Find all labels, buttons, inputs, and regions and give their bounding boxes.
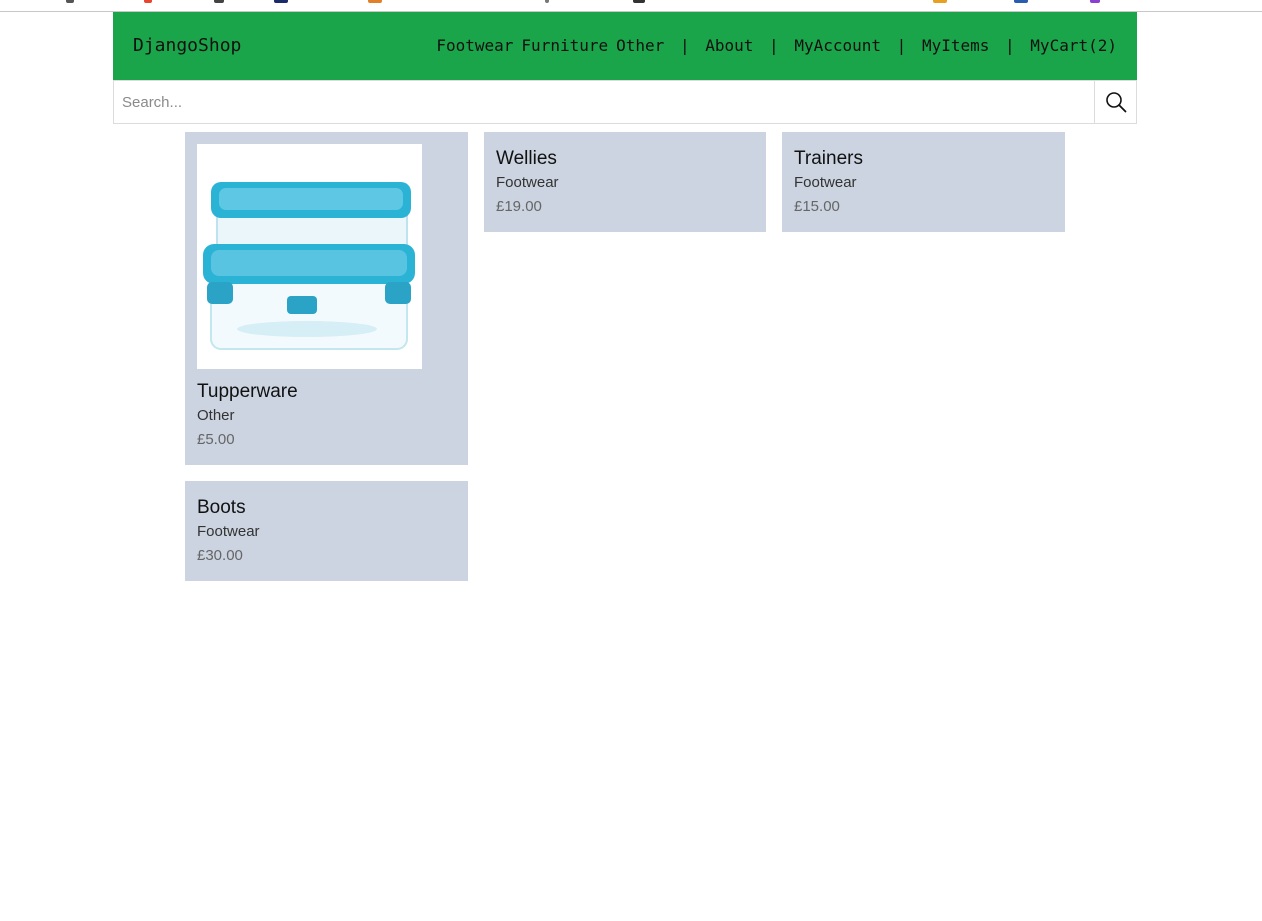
nav-link-mycart[interactable]: MyCart(2) (1030, 12, 1117, 80)
product-title: Wellies (496, 148, 557, 169)
product-category: Footwear (794, 174, 857, 191)
product-card-trainers[interactable]: Trainers Footwear £15.00 (782, 132, 1065, 232)
bookmark-icon[interactable] (1090, 0, 1100, 3)
product-price: £30.00 (197, 547, 243, 564)
nav-separator: | (679, 36, 690, 55)
product-category: Other (197, 407, 235, 424)
nav-links: Footwear Furniture Other | About | MyAccou… (436, 12, 1117, 80)
nav-category-other[interactable]: Other (616, 12, 664, 80)
nav-link-about[interactable]: About (705, 12, 753, 80)
search-input[interactable] (114, 81, 1094, 123)
nav-category-footwear[interactable]: Footwear (436, 12, 513, 80)
nav-separator: | (896, 36, 907, 55)
bookmark-icon[interactable] (545, 0, 549, 3)
product-card-wellies[interactable]: Wellies Footwear £19.00 (484, 132, 766, 232)
bookmark-icon[interactable] (66, 0, 74, 3)
bookmark-icon[interactable] (633, 0, 645, 3)
search-icon (1105, 92, 1126, 113)
bookmark-icon[interactable] (368, 0, 382, 3)
nav-separator: | (1005, 36, 1015, 55)
top-navbar: DjangoShop Footwear Furniture Other | Abou… (113, 12, 1137, 80)
bookmark-icon[interactable] (144, 0, 152, 3)
bookmark-icon[interactable] (274, 0, 288, 3)
product-price: £15.00 (794, 198, 840, 215)
nav-link-myitems[interactable]: MyItems (922, 12, 989, 80)
bookmark-icon[interactable] (214, 0, 224, 3)
bookmark-icon[interactable] (933, 0, 947, 3)
search-button[interactable] (1094, 81, 1136, 123)
nav-separator: | (769, 36, 779, 55)
product-title: Tupperware (197, 381, 298, 402)
product-title: Boots (197, 497, 246, 518)
product-card-boots[interactable]: Boots Footwear £30.00 (185, 481, 468, 581)
browser-bookmark-strip (0, 0, 1262, 12)
bookmark-icon[interactable] (1014, 0, 1028, 3)
product-title: Trainers (794, 148, 863, 169)
product-price: £19.00 (496, 198, 542, 215)
nav-category-furniture[interactable]: Furniture (521, 12, 608, 80)
tupperware-image (197, 144, 422, 369)
product-card-tupperware[interactable]: Tupperware Other £5.00 (185, 132, 468, 465)
product-category: Footwear (197, 523, 260, 540)
nav-link-myaccount[interactable]: MyAccount (794, 12, 881, 80)
search-bar (113, 80, 1137, 124)
product-price: £5.00 (197, 431, 235, 448)
brand-logo[interactable]: DjangoShop (133, 12, 241, 80)
product-category: Footwear (496, 174, 559, 191)
